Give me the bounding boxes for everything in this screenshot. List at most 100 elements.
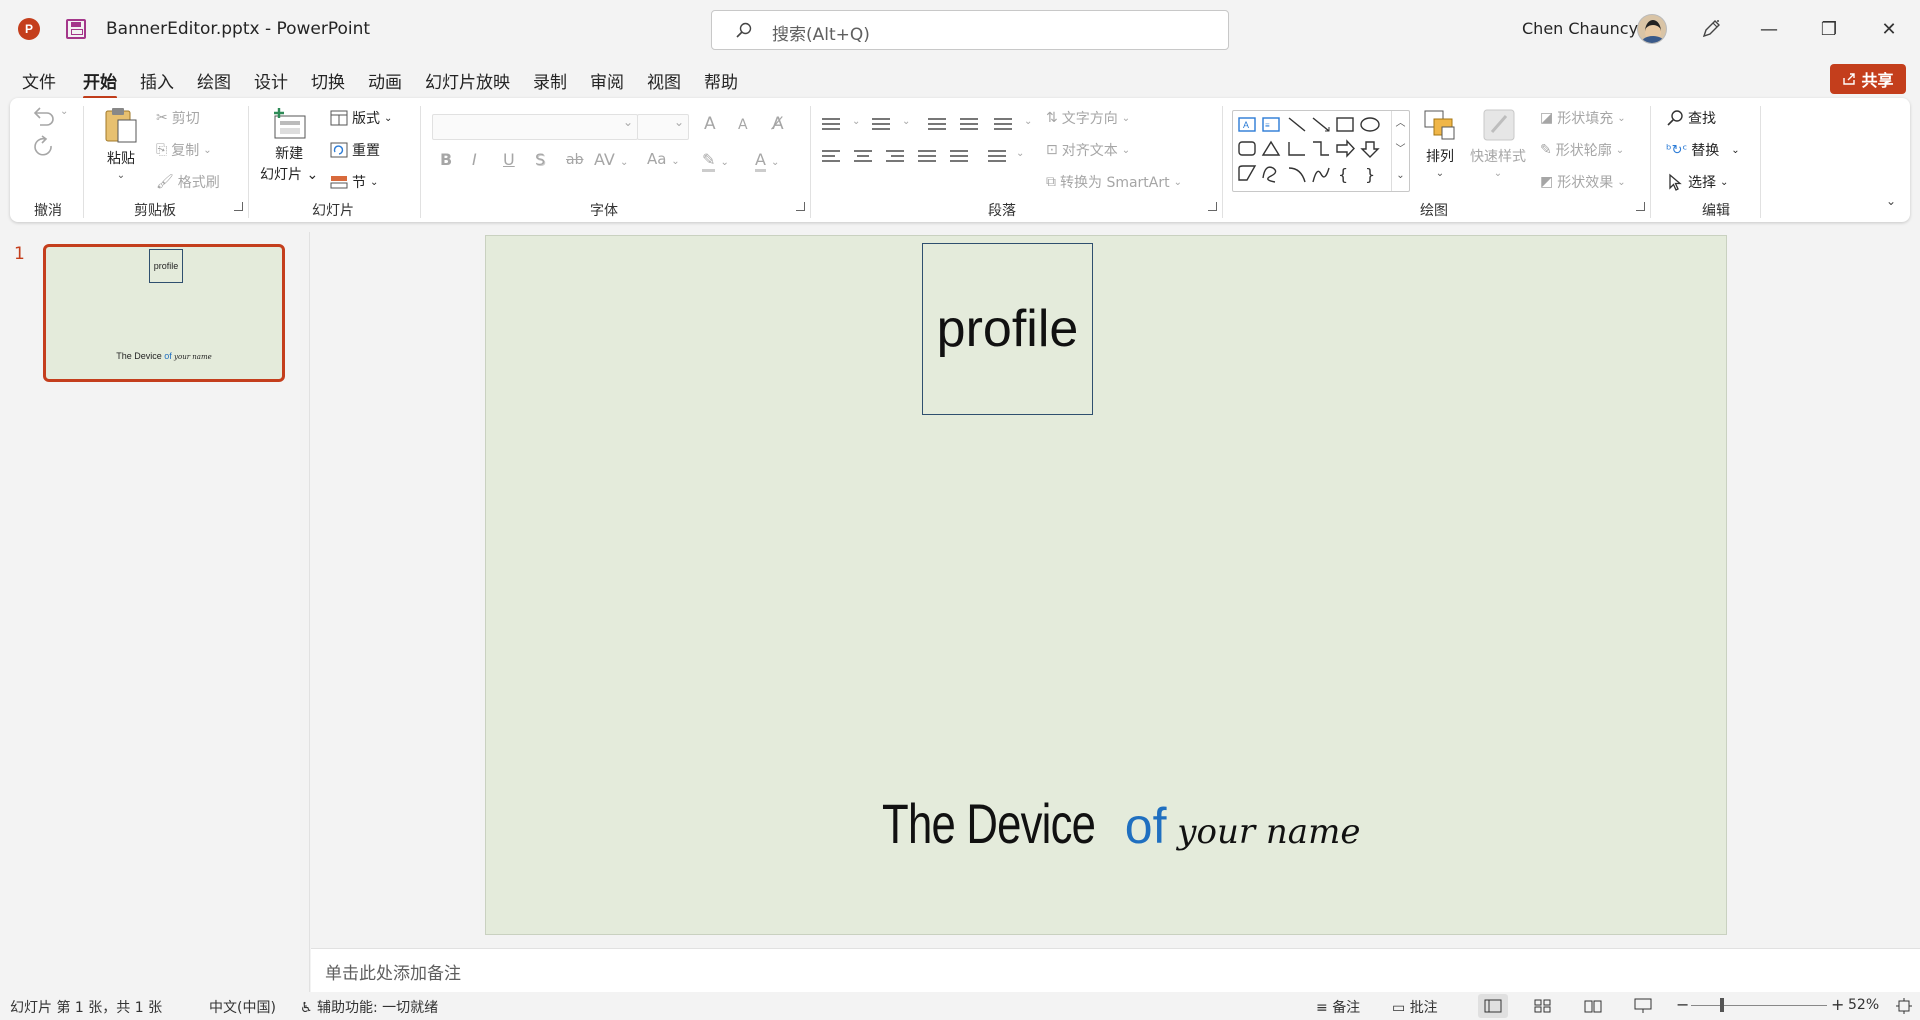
tab-help[interactable]: 帮助 <box>704 68 738 93</box>
notes-toggle-button[interactable]: ≡ 备注 <box>1316 997 1360 1017</box>
bold-button[interactable]: B <box>440 150 452 169</box>
zoom-slider[interactable] <box>1691 1005 1827 1006</box>
tab-view[interactable]: 视图 <box>647 68 681 93</box>
slideshow-button[interactable] <box>1628 994 1658 1018</box>
profile-textbox[interactable]: profile <box>922 243 1093 415</box>
clipboard-launcher-icon[interactable] <box>234 202 243 211</box>
slide[interactable]: profile The Device of your name <box>485 235 1727 935</box>
decrease-indent-icon[interactable] <box>928 118 946 134</box>
align-right-icon[interactable] <box>886 150 904 166</box>
minimize-button[interactable]: — <box>1746 14 1792 44</box>
justify-icon[interactable] <box>918 150 936 166</box>
columns-icon[interactable] <box>950 150 968 166</box>
line-spacing-icon[interactable] <box>994 118 1012 134</box>
shrink-font-button[interactable]: A <box>738 117 748 133</box>
accessibility-status[interactable]: ♿ 辅助功能: 一切就绪 <box>300 997 438 1017</box>
select-button[interactable]: 选择 ⌄ <box>1666 172 1728 192</box>
comments-button[interactable]: ▭ 批注 <box>1392 997 1438 1017</box>
undo-icon[interactable] <box>30 104 58 126</box>
shapes-gallery[interactable]: A ≡ { } ︿ ﹀ ⌄ <box>1232 110 1410 192</box>
close-button[interactable]: ✕ <box>1866 14 1912 44</box>
numbering-dropdown[interactable]: ⌄ <box>902 116 910 127</box>
restore-button[interactable]: ❐ <box>1806 14 1852 44</box>
search-input[interactable]: 搜索(Alt+Q) <box>711 10 1229 50</box>
zoom-level[interactable]: 52% <box>1848 997 1879 1013</box>
format-painter-button[interactable]: 🖌 格式刷 <box>156 172 220 192</box>
text-direction-button[interactable]: ⇅ 文字方向 ⌄ <box>1046 108 1130 128</box>
underline-button[interactable]: U <box>503 150 515 169</box>
font-launcher-icon[interactable] <box>796 202 805 211</box>
notes-pane[interactable]: 单击此处添加备注 <box>311 948 1920 992</box>
bullets-icon[interactable] <box>822 118 840 134</box>
gallery-scroll[interactable]: ︿ ﹀ ⌄ <box>1391 111 1409 191</box>
reading-view-button[interactable] <box>1578 994 1608 1018</box>
layout-button[interactable]: 版式 ⌄ <box>330 108 392 128</box>
align-center-icon[interactable] <box>854 150 872 166</box>
cut-button[interactable]: ✂ 剪切 <box>156 108 200 128</box>
char-spacing-button[interactable]: AV ⌄ <box>594 150 628 169</box>
clear-format-icon[interactable]: A̸ <box>772 114 784 134</box>
font-color-button[interactable]: A ⌄ <box>755 150 779 172</box>
align-left-icon[interactable] <box>822 150 840 166</box>
pen-icon[interactable] <box>1700 18 1722 40</box>
tab-animations[interactable]: 动画 <box>368 68 402 93</box>
tab-record[interactable]: 录制 <box>533 68 567 93</box>
shadow-button[interactable]: S <box>535 150 545 169</box>
highlight-button[interactable]: ✎ ⌄ <box>702 150 729 172</box>
arrange-button[interactable]: 排列 ⌄ <box>1422 108 1458 179</box>
quick-styles-dropdown[interactable]: ⌄ <box>1494 168 1502 179</box>
shape-effects-button[interactable]: ◩ 形状效果 ⌄ <box>1540 172 1626 192</box>
text-columns-icon[interactable] <box>988 150 1006 166</box>
copy-button[interactable]: ⎘ 复制 ⌄ <box>156 140 212 160</box>
tab-review[interactable]: 审阅 <box>590 68 624 93</box>
numbering-icon[interactable] <box>872 118 890 134</box>
tab-file[interactable]: 文件 <box>22 68 56 93</box>
tab-slideshow[interactable]: 幻灯片放映 <box>425 68 510 93</box>
new-slide-button[interactable]: 新建 幻灯片 ⌄ <box>260 106 318 184</box>
share-button[interactable]: 共享 <box>1830 64 1906 94</box>
increase-indent-icon[interactable] <box>960 118 978 134</box>
zoom-slider-thumb[interactable] <box>1720 998 1724 1012</box>
drawing-launcher-icon[interactable] <box>1636 202 1645 211</box>
tab-transitions[interactable]: 切换 <box>311 68 345 93</box>
tab-design[interactable]: 设计 <box>254 68 288 93</box>
smartart-button[interactable]: ⧉ 转换为 SmartArt ⌄ <box>1046 172 1182 192</box>
redo-icon[interactable] <box>30 134 58 158</box>
user-name[interactable]: Chen Chauncy <box>1522 19 1638 38</box>
undo-dropdown[interactable]: ⌄ <box>60 106 68 117</box>
strikethrough-button[interactable]: ab <box>566 152 583 168</box>
paste-button[interactable]: 粘贴 ⌄ <box>102 106 140 181</box>
find-button[interactable]: 查找 <box>1666 108 1716 128</box>
bullets-dropdown[interactable]: ⌄ <box>852 116 860 127</box>
grow-font-button[interactable]: A <box>704 114 716 134</box>
replace-button[interactable]: ᵇ↻ᶜ 替换 ⌄ <box>1666 140 1740 160</box>
avatar[interactable] <box>1637 14 1667 44</box>
collapse-ribbon-icon[interactable]: ⌄ <box>1886 194 1896 208</box>
reset-button[interactable]: 重置 <box>330 140 380 160</box>
slide-sorter-button[interactable] <box>1528 994 1558 1018</box>
quick-styles-button[interactable]: 快速样式 ⌄ <box>1470 108 1526 179</box>
font-size-combo[interactable] <box>637 114 689 140</box>
zoom-out-button[interactable]: − <box>1676 995 1689 1014</box>
align-text-button[interactable]: ⊡ 对齐文本 ⌄ <box>1046 140 1130 160</box>
fit-to-window-icon[interactable] <box>1896 998 1912 1014</box>
zoom-in-button[interactable]: + <box>1831 995 1844 1014</box>
save-icon[interactable] <box>66 19 86 39</box>
tab-insert[interactable]: 插入 <box>140 68 174 93</box>
font-name-combo[interactable] <box>432 114 638 140</box>
shape-outline-button[interactable]: ✎ 形状轮廓 ⌄ <box>1540 140 1624 160</box>
line-spacing-dropdown[interactable]: ⌄ <box>1024 116 1032 127</box>
columns-dropdown[interactable]: ⌄ <box>1016 148 1024 159</box>
change-case-button[interactable]: Aa ⌄ <box>647 150 680 168</box>
language-indicator[interactable]: 中文(中国) <box>209 997 276 1017</box>
paste-dropdown[interactable]: ⌄ <box>117 170 125 181</box>
slide-thumbnail[interactable]: profile The Device of your name <box>43 244 285 382</box>
tab-home[interactable]: 开始 <box>83 68 117 99</box>
paragraph-launcher-icon[interactable] <box>1208 202 1217 211</box>
shape-fill-button[interactable]: ◪ 形状填充 ⌄ <box>1540 108 1626 128</box>
italic-button[interactable]: I <box>472 150 477 169</box>
normal-view-button[interactable] <box>1478 994 1508 1018</box>
arrange-dropdown[interactable]: ⌄ <box>1436 168 1444 179</box>
slide-info[interactable]: 幻灯片 第 1 张，共 1 张 <box>10 997 162 1017</box>
tab-draw[interactable]: 绘图 <box>197 68 231 93</box>
